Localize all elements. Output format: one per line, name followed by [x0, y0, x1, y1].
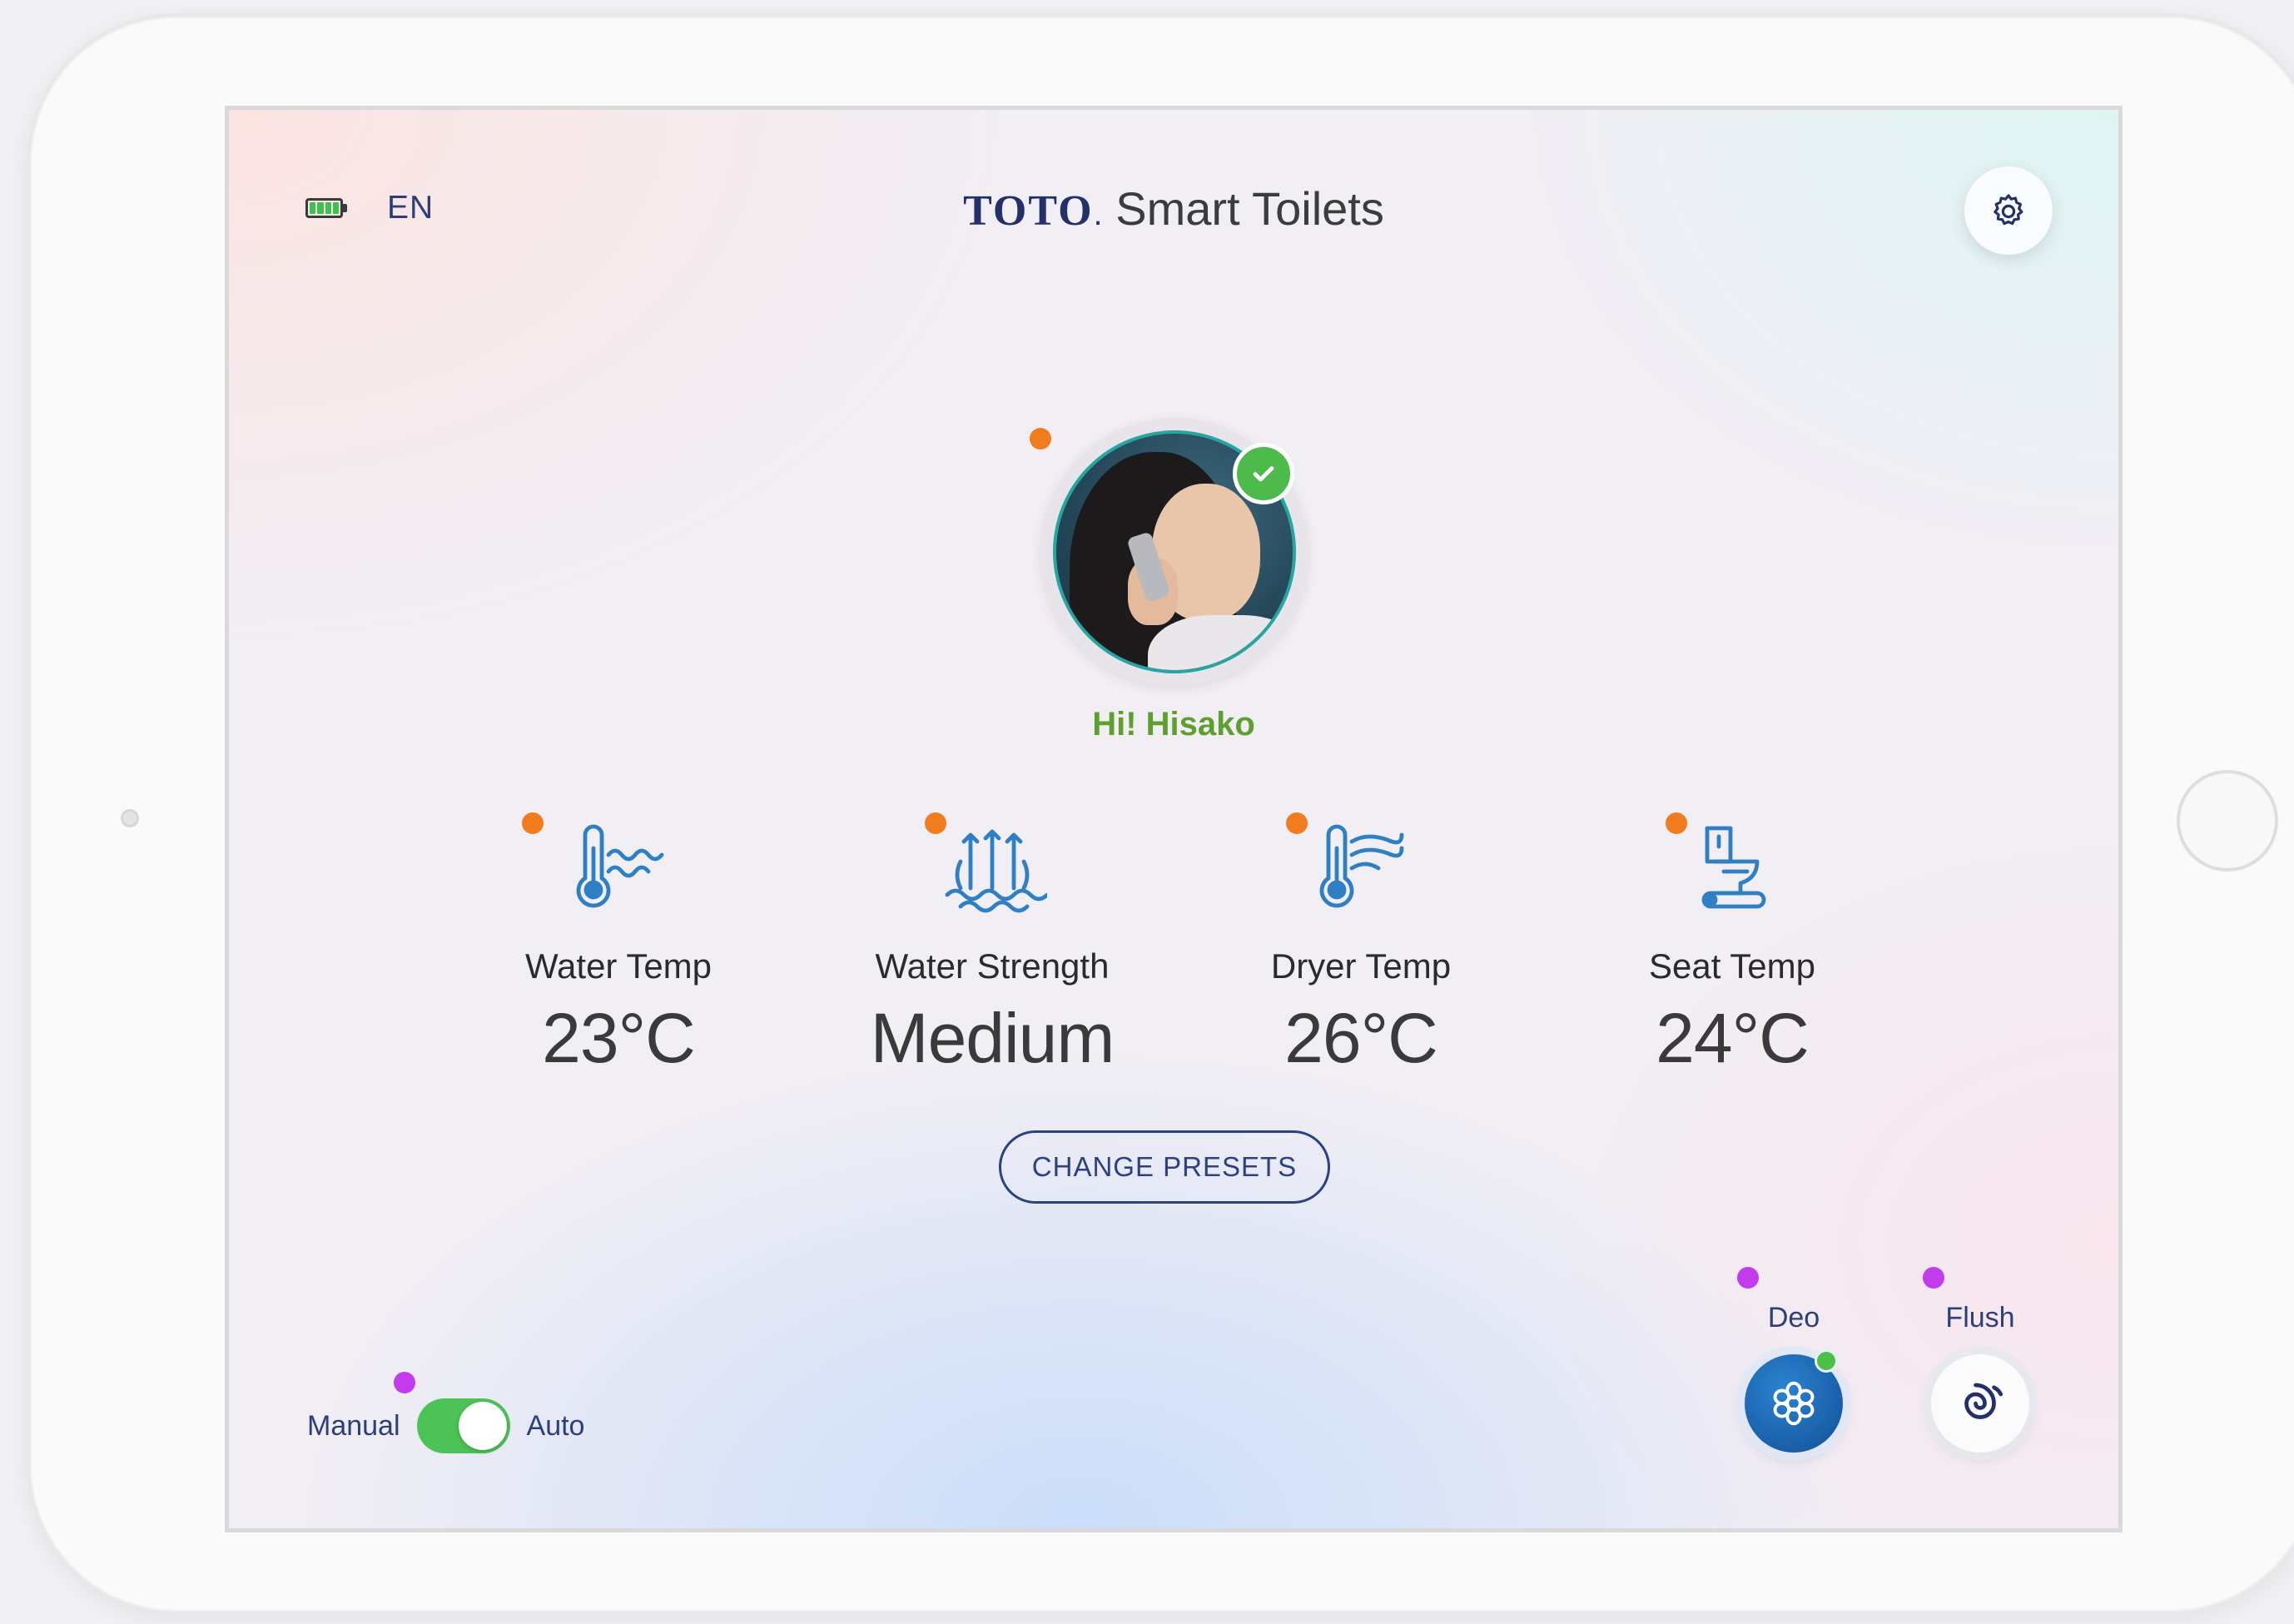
flush-button[interactable] — [1931, 1354, 2029, 1453]
hotspot-marker — [1923, 1267, 1944, 1289]
preset-value: 26°C — [1284, 999, 1438, 1077]
auto-label: Auto — [526, 1409, 585, 1442]
camera-icon — [121, 809, 139, 827]
settings-button[interactable] — [1964, 166, 2053, 255]
water-temp-icon — [576, 824, 664, 908]
app-screen: EN TOTO. Smart Toilets Hi! Hisako Water … — [225, 106, 2123, 1532]
home-button[interactable] — [2177, 770, 2278, 872]
hotspot-marker — [394, 1372, 415, 1393]
preset-label: Dryer Temp — [1270, 946, 1452, 986]
preset-dryer-temp[interactable]: Dryer Temp 26°C — [1186, 813, 1536, 1079]
app-title: TOTO. Smart Toilets — [229, 181, 2118, 236]
hotspot-marker — [1737, 1267, 1759, 1289]
preset-value: 23°C — [542, 999, 696, 1077]
preset-label: Seat Temp — [1648, 946, 1815, 986]
preset-label: Water Temp — [524, 946, 713, 986]
manual-label: Manual — [307, 1409, 400, 1442]
deo-label: Deo — [1767, 1302, 1820, 1333]
check-icon — [1253, 466, 1274, 482]
flower-icon — [1773, 1381, 1815, 1426]
brand-name: Smart Toilets — [1115, 182, 1384, 235]
water-strength-icon — [945, 829, 1047, 913]
preset-value: 24°C — [1656, 999, 1810, 1077]
preset-value: Medium — [870, 999, 1115, 1077]
flush-label: Flush — [1945, 1302, 2015, 1333]
deo-button[interactable] — [1745, 1349, 1843, 1453]
active-indicator — [1815, 1349, 1838, 1373]
preset-seat-temp[interactable]: Seat Temp 24°C — [1557, 813, 1907, 1079]
swirl-icon — [1964, 1383, 2004, 1419]
preset-label: Water Strength — [875, 946, 1110, 986]
change-presets-button[interactable]: CHANGE PRESETS — [999, 1130, 1330, 1204]
verified-badge — [1233, 443, 1294, 504]
deo-control: Deo — [1727, 1302, 1860, 1453]
flush-control: Flush — [1914, 1302, 2047, 1453]
seat-temp-icon — [1701, 826, 1766, 909]
logo-dot: . — [1093, 196, 1103, 232]
mode-switch: Manual Auto — [307, 1398, 584, 1453]
preset-water-strength[interactable]: Water Strength Medium — [817, 813, 1167, 1079]
dryer-temp-icon — [1319, 824, 1404, 908]
toto-logo: TOTO — [963, 187, 1094, 235]
user-greeting: Hi! Hisako — [1092, 706, 1255, 742]
manual-auto-toggle[interactable] — [416, 1398, 510, 1453]
preset-water-temp[interactable]: Water Temp 23°C — [444, 813, 793, 1079]
hotspot-marker — [1030, 428, 1051, 449]
gear-icon — [1994, 194, 2023, 226]
